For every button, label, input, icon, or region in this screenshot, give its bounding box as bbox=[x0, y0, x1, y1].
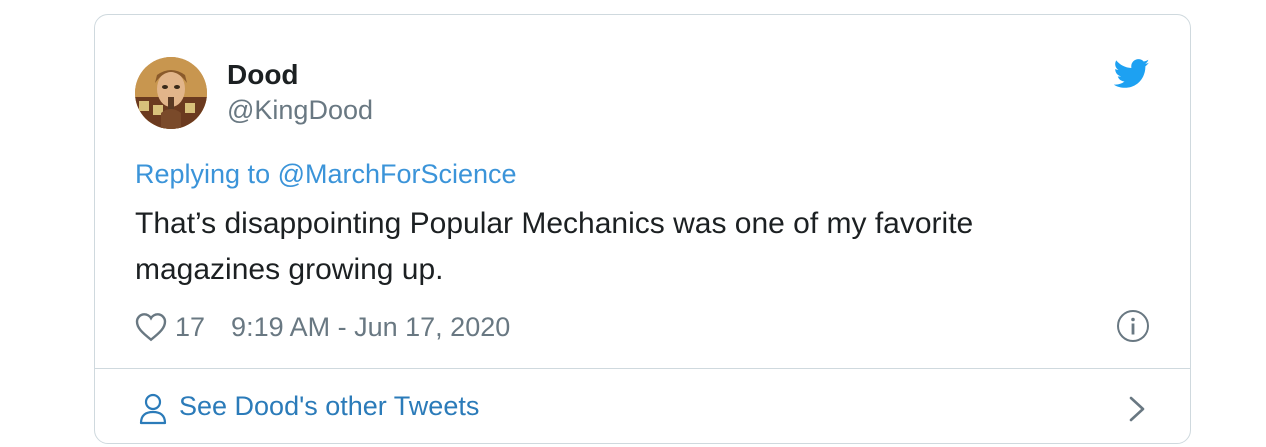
see-other-tweets-label[interactable]: See Dood's other Tweets bbox=[179, 389, 479, 423]
tweet-text: That’s disappointing Popular Mechanics w… bbox=[135, 207, 974, 286]
tweet-header: Dood @KingDood bbox=[135, 55, 1150, 129]
like-count: 17 bbox=[175, 311, 206, 342]
chevron-right-icon[interactable] bbox=[1128, 395, 1146, 423]
heart-icon[interactable] bbox=[135, 312, 167, 342]
author-names: Dood @KingDood bbox=[227, 57, 373, 127]
twitter-bird-icon[interactable] bbox=[1113, 59, 1150, 89]
tweet-card: Dood @KingDood Replying to @MarchForScie… bbox=[94, 14, 1191, 444]
author-display-name[interactable]: Dood bbox=[227, 57, 373, 93]
info-icon[interactable] bbox=[1116, 309, 1150, 343]
person-icon bbox=[139, 393, 167, 425]
see-other-tweets-link[interactable]: See Dood's other Tweets bbox=[95, 369, 1190, 443]
tweet-timestamp[interactable]: 9:19 AM - Jun 17, 2020 bbox=[231, 312, 510, 343]
author-handle[interactable]: @KingDood bbox=[227, 93, 373, 127]
tweet-meta: 17 9:19 AM - Jun 17, 2020 bbox=[135, 309, 1150, 345]
avatar[interactable] bbox=[135, 57, 207, 129]
replying-to-link[interactable]: Replying to @MarchForScience bbox=[135, 157, 517, 191]
